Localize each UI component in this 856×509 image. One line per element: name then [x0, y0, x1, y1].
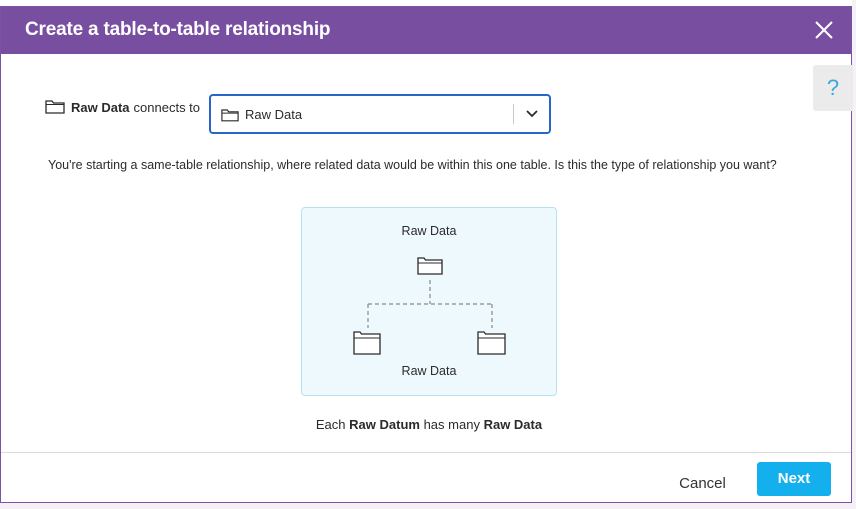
relationship-summary: Each Raw Datum has many Raw Data: [1, 417, 856, 432]
folder-icon: [221, 107, 239, 127]
chevron-down-icon[interactable]: [524, 107, 540, 126]
relationship-question: You're starting a same-table relationshi…: [48, 158, 777, 172]
connect-row: Raw Data connects to: [45, 96, 200, 118]
summary-prefix: Each: [315, 417, 346, 432]
background-bottom-strip: [0, 503, 856, 509]
help-button[interactable]: ?: [813, 65, 853, 111]
source-table-name: Raw Data: [71, 99, 130, 115]
next-button[interactable]: Next: [757, 462, 831, 496]
cancel-button[interactable]: Cancel: [665, 467, 740, 501]
summary-plural: Raw Data: [483, 417, 543, 432]
child-folder-icon-right: [477, 331, 506, 355]
target-table-select[interactable]: Raw Data: [209, 94, 551, 134]
folder-icon: [45, 98, 65, 117]
relationship-dialog: Create a table-to-table relationship ? R…: [0, 6, 853, 503]
dialog-title: Create a table-to-table relationship: [25, 19, 331, 40]
close-button[interactable]: [811, 17, 837, 43]
diagram-child-label: Raw Data: [401, 364, 457, 378]
relationship-diagram: Raw Data Raw Data: [301, 207, 557, 396]
dialog-titlebar: Create a table-to-table relationship: [1, 7, 851, 54]
summary-singular: Raw Datum: [349, 417, 420, 432]
summary-middle: has many: [423, 417, 480, 432]
child-folder-icon-left: [353, 331, 381, 355]
selected-table-value: Raw Data: [245, 107, 303, 122]
parent-folder-icon: [417, 257, 443, 275]
select-divider: [513, 104, 514, 124]
footer-divider: [1, 452, 851, 453]
connects-to-text: connects to: [133, 99, 201, 115]
close-icon: [815, 21, 833, 39]
